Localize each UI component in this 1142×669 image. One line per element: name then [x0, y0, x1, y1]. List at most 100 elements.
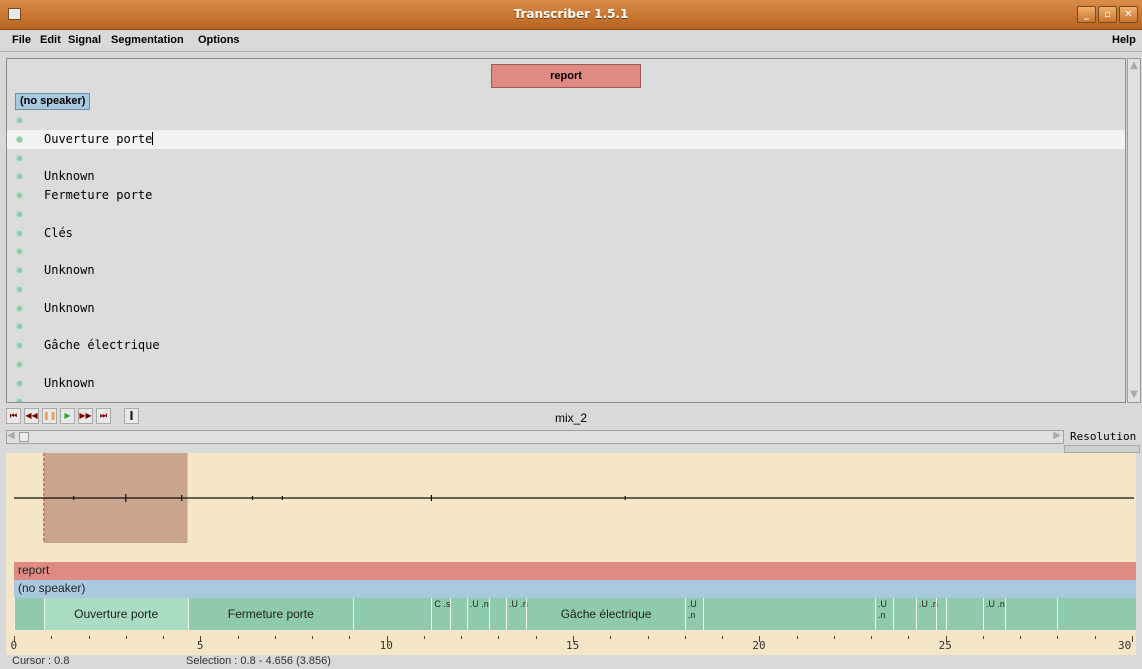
- transcript-line[interactable]: [7, 317, 1125, 336]
- axis-tick: [535, 636, 537, 639]
- axis-label: 15: [566, 639, 580, 652]
- playback-toolbar: ⏮ ◀◀ ❚❚ ▶ ▶▶ ⏭ I mix_2: [0, 405, 1142, 429]
- sync-point-icon[interactable]: [16, 117, 23, 124]
- sync-point-icon[interactable]: [16, 173, 23, 181]
- transcript-line[interactable]: Clés: [7, 224, 1125, 243]
- axis-tick: [349, 636, 351, 639]
- segment[interactable]: [945, 598, 983, 630]
- sync-point-icon[interactable]: [16, 154, 23, 162]
- segment[interactable]: .U .n: [874, 598, 894, 630]
- segment[interactable]: [450, 598, 467, 630]
- signal-name: mix_2: [554, 411, 587, 425]
- segment[interactable]: .U .n: [684, 598, 704, 630]
- transcript-line[interactable]: Unknown: [7, 167, 1125, 186]
- minimize-icon[interactable]: _: [1077, 6, 1096, 23]
- scroll-up-icon[interactable]: ▲: [1129, 60, 1139, 72]
- axis-tick: [461, 636, 463, 639]
- segment[interactable]: [14, 598, 44, 630]
- transcript-text: Gâche électrique: [44, 338, 160, 352]
- axis-tick: [274, 636, 276, 639]
- menu-help[interactable]: Help: [1112, 34, 1136, 46]
- time-axis: 0 5 10 15 20 25 30: [6, 636, 1136, 656]
- window-title: Transcriber 1.5.1: [513, 7, 629, 21]
- editor-scrollbar[interactable]: ▲ ▼: [1127, 58, 1141, 403]
- segment[interactable]: [353, 598, 431, 630]
- transcript-line[interactable]: [7, 242, 1125, 261]
- transcript-line[interactable]: [7, 149, 1125, 168]
- menu-segmentation[interactable]: Segmentation: [111, 34, 184, 46]
- transcript-line[interactable]: Unknown: [7, 299, 1125, 318]
- sync-point-icon[interactable]: [16, 304, 23, 312]
- sync-point-icon[interactable]: [16, 248, 23, 256]
- sync-point-icon[interactable]: [16, 398, 23, 402]
- axis-tick: [88, 636, 90, 639]
- transcript-line[interactable]: Gâche électrique: [7, 336, 1125, 355]
- menu-file[interactable]: File: [12, 34, 31, 46]
- segment[interactable]: [936, 598, 945, 630]
- transcript-line[interactable]: Fermeture porte: [7, 186, 1125, 205]
- axis-label: 0: [10, 639, 18, 652]
- sync-point-icon[interactable]: [16, 229, 23, 237]
- segment[interactable]: C .s: [431, 598, 450, 630]
- axis-tick: [125, 636, 127, 639]
- speaker-track[interactable]: (no speaker): [14, 580, 1136, 598]
- axis-tick: [833, 636, 835, 639]
- axis-tick: [1094, 636, 1096, 639]
- segment[interactable]: Gâche électrique: [526, 598, 684, 630]
- segment[interactable]: Ouverture porte: [43, 598, 188, 630]
- transcript-text: Unknown: [44, 263, 95, 277]
- resolution-slider[interactable]: [1064, 445, 1140, 453]
- segment[interactable]: .U .n: [505, 598, 528, 630]
- segment[interactable]: [1057, 598, 1132, 630]
- speaker-button[interactable]: (no speaker): [15, 93, 91, 110]
- segment[interactable]: .U .n: [982, 598, 1005, 630]
- transcription-editor[interactable]: report (no speaker) Ouverture porte Unkno…: [6, 58, 1126, 403]
- signal-scrollbar[interactable]: ◀ ▶: [6, 430, 1064, 444]
- sync-point-icon[interactable]: [16, 379, 23, 387]
- sync-point-icon[interactable]: [16, 285, 23, 293]
- sync-point-icon[interactable]: [16, 342, 23, 349]
- scroll-thumb[interactable]: [19, 432, 29, 442]
- section-button[interactable]: report: [491, 64, 641, 88]
- segment[interactable]: [1005, 598, 1057, 630]
- axis-label: 25: [938, 639, 952, 652]
- segment[interactable]: .U .n: [915, 598, 938, 630]
- transcript-line[interactable]: [7, 392, 1125, 402]
- menu-options[interactable]: Options: [198, 34, 240, 46]
- sync-point-icon[interactable]: [16, 323, 23, 331]
- waveform-panel[interactable]: [6, 453, 1136, 546]
- transcript-line[interactable]: [7, 205, 1125, 224]
- sync-point-icon[interactable]: [16, 267, 23, 274]
- menu-bar: File Edit Signal Segmentation Options He…: [0, 30, 1142, 52]
- menu-edit[interactable]: Edit: [40, 34, 61, 46]
- segment[interactable]: Fermeture porte: [187, 598, 354, 630]
- window-controls: _ ▫ ✕: [1077, 6, 1138, 23]
- transcript-line[interactable]: [7, 355, 1125, 374]
- transcript-line[interactable]: Unknown: [7, 261, 1125, 280]
- transcript-line[interactable]: [7, 111, 1125, 130]
- section-track[interactable]: report: [14, 562, 1136, 580]
- sync-point-icon[interactable]: [16, 135, 23, 143]
- maximize-icon[interactable]: ▫: [1098, 6, 1117, 23]
- segment-label: Gâche électrique: [560, 607, 652, 621]
- axis-tick: [51, 636, 53, 639]
- segment[interactable]: [703, 598, 874, 630]
- close-icon[interactable]: ✕: [1119, 6, 1138, 23]
- menu-signal[interactable]: Signal: [68, 34, 101, 46]
- scroll-left-icon[interactable]: ◀: [7, 430, 15, 441]
- segment[interactable]: [893, 598, 915, 630]
- transcript-line[interactable]: Ouverture porte: [7, 129, 1125, 149]
- transcript-line[interactable]: Unknown: [7, 374, 1125, 393]
- sync-point-icon[interactable]: [16, 360, 23, 368]
- sync-point-icon[interactable]: [16, 192, 23, 199]
- segment-track[interactable]: Ouverture porte Fermeture porte C .s .U .n.…: [14, 598, 1136, 630]
- transcript-line[interactable]: [7, 280, 1125, 299]
- sync-point-icon[interactable]: [16, 210, 23, 218]
- segment-label: Fermeture porte: [227, 607, 314, 621]
- scroll-down-icon[interactable]: ▼: [1129, 389, 1139, 401]
- scroll-right-icon[interactable]: ▶: [1053, 430, 1061, 441]
- segment[interactable]: .U .n: [466, 598, 489, 630]
- axis-tick: [796, 636, 798, 639]
- axis-tick: [1132, 636, 1133, 642]
- segment[interactable]: [489, 598, 506, 630]
